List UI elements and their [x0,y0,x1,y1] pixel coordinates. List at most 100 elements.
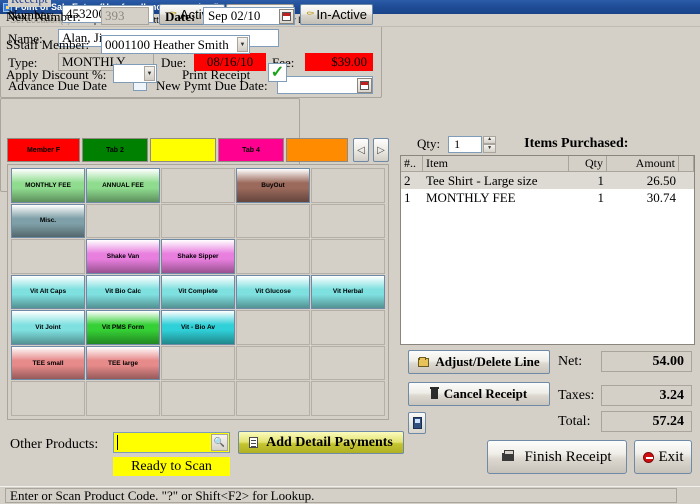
next-number-value: 393 [101,7,149,25]
table-row[interactable]: 2 Tee Shirt - Large size 1 26.50 [401,172,694,189]
table-row[interactable]: 1 MONTHLY FEE 1 30.74 [401,189,694,206]
finish-receipt-label: Finish Receipt [524,448,612,465]
product-button[interactable]: Vit Alt Caps [11,274,85,310]
product-slot-empty [86,381,160,416]
product-slot-empty [311,168,385,203]
inactive-button-label: In-Active [316,7,367,22]
column-header-item: Item [423,156,569,171]
cell-amount: 26.50 [646,172,676,188]
product-button[interactable]: Vit Joint [11,310,85,345]
column-header-amount: Amount [607,156,679,171]
product-slot-empty [161,203,235,239]
product-grid-panel: MONTHLY FEE ANNUAL FEE BuyOut Misc. Shake Va… [7,164,389,420]
product-button[interactable]: ANNUAL FEE [86,168,160,203]
taxes-value: 3.24 [601,385,692,406]
product-button[interactable]: Vit Complete [161,274,235,310]
status-bar: Enter or Scan Product Code. "?" or Shift… [0,486,700,504]
exit-button[interactable]: Exit [634,440,692,474]
product-button-label: BuyOut [261,181,285,189]
product-button[interactable]: MONTHLY FEE [11,168,85,203]
calculator-icon [412,417,422,429]
print-receipt-checkbox[interactable]: ✓ [268,63,287,82]
inactive-button[interactable]: ⚰ In-Active [300,4,373,25]
calculator-button[interactable] [408,412,426,434]
cell-pad [679,172,694,189]
qty-decrement-icon[interactable]: ▼ [483,144,497,153]
product-tab-5[interactable] [286,138,348,162]
product-tab-2[interactable]: Tab 2 [82,138,148,162]
cell-pad [679,189,694,206]
trash-icon [429,387,439,399]
stop-icon [642,451,654,463]
receipt-date-input[interactable]: Sep 02/10 [203,7,295,25]
qty-input[interactable]: 1 [448,135,483,153]
product-button[interactable]: Shake Sipper [161,239,235,274]
calendar-icon[interactable] [279,8,294,24]
qty-stepper[interactable]: ▲ ▼ [483,135,497,153]
cell-amount: 30.74 [646,189,676,205]
chevron-down-icon[interactable]: ▼ [237,37,248,52]
product-button[interactable]: Vit Bio Calc [86,274,160,310]
product-button-label: Shake Van [106,252,140,260]
product-button[interactable]: Shake Van [86,239,160,274]
discount-select[interactable]: ▼ [113,64,157,83]
apply-discount-label: Apply Discount %: [6,67,107,82]
add-detail-payments-label: Add Detail Payments [266,434,393,450]
date-label: Date: [165,9,196,24]
status-message: Enter or Scan Product Code. "?" or Shift… [5,488,677,503]
column-header-num: #.. [401,156,423,171]
product-slot-empty [11,381,85,416]
product-button[interactable]: TEE large [86,345,160,381]
chevron-down-icon[interactable]: ▼ [144,66,155,81]
items-table-body: 2 Tee Shirt - Large size 1 26.50 1 MONTHLY FE… [401,172,694,206]
qty-increment-icon[interactable]: ▲ [483,135,497,144]
tab-prev-button[interactable]: ◁ [353,138,369,162]
product-slot-empty [161,168,235,203]
total-value: 57.24 [601,411,692,432]
cancel-receipt-button[interactable]: Cancel Receipt [408,382,550,406]
net-value: 54.00 [601,351,692,372]
product-button[interactable]: Misc. [11,203,85,239]
qty-label: Qty: [417,136,441,151]
product-button-label: TEE large [108,359,138,367]
product-button-label: Shake Sipper [177,252,219,260]
tab-next-button[interactable]: ▷ [373,138,389,162]
product-button[interactable]: Vit - Bio Av [161,310,235,345]
cell-num: 1 [404,189,411,205]
other-products-input[interactable]: 🔍 [113,432,230,453]
product-slot-empty [11,239,85,274]
column-header-pad [679,156,694,171]
product-button-label: ANNUAL FEE [102,181,144,189]
pos-entry-window: Point of Sale Entry. (Use for all money … [0,0,700,504]
calendar-icon[interactable] [357,77,372,93]
cancel-receipt-label: Cancel Receipt [443,386,528,401]
product-tab-4[interactable]: Tab 4 [218,138,284,162]
product-button[interactable]: Vit PMS Form [86,310,160,345]
product-button[interactable]: BuyOut [236,168,310,203]
new-pymt-due-date-input[interactable] [277,76,373,94]
product-slot-empty [236,345,310,381]
product-slot-empty [236,381,310,416]
product-tab-3[interactable] [150,138,216,162]
product-button[interactable]: Vit Herbal [311,274,385,310]
product-button-label: MONTHLY FEE [25,181,71,189]
items-purchased-table[interactable]: #.. Item Qty Amount 2 Tee Shirt - Large s… [400,155,695,345]
product-button-label: Misc. [39,217,57,225]
receipt-date-value: Sep 02/10 [208,8,261,23]
product-button[interactable]: Vit Glucose [236,274,310,310]
add-detail-payments-button[interactable]: Add Detail Payments [238,431,404,454]
other-products-row: Other Products: 🔍 Add Detail Payments Re… [7,426,404,476]
adjust-delete-line-button[interactable]: Adjust/Delete Line [408,350,550,374]
taxes-label: Taxes: [558,388,595,403]
magnifier-icon[interactable]: 🔍 [211,434,228,451]
staff-member-value: 0001100 Heather Smith [105,36,229,52]
product-button[interactable]: TEE small [11,345,85,381]
cell-num: 2 [404,172,411,188]
product-tab-1[interactable]: Member F [7,138,80,162]
fee-value: $39.00 [305,53,373,71]
staff-member-select[interactable]: 0001100 Heather Smith ▼ [101,35,250,54]
finish-receipt-button[interactable]: Finish Receipt [487,440,627,474]
product-slot-empty [311,203,385,239]
product-slot-empty [236,239,310,274]
product-slot-empty [311,310,385,345]
